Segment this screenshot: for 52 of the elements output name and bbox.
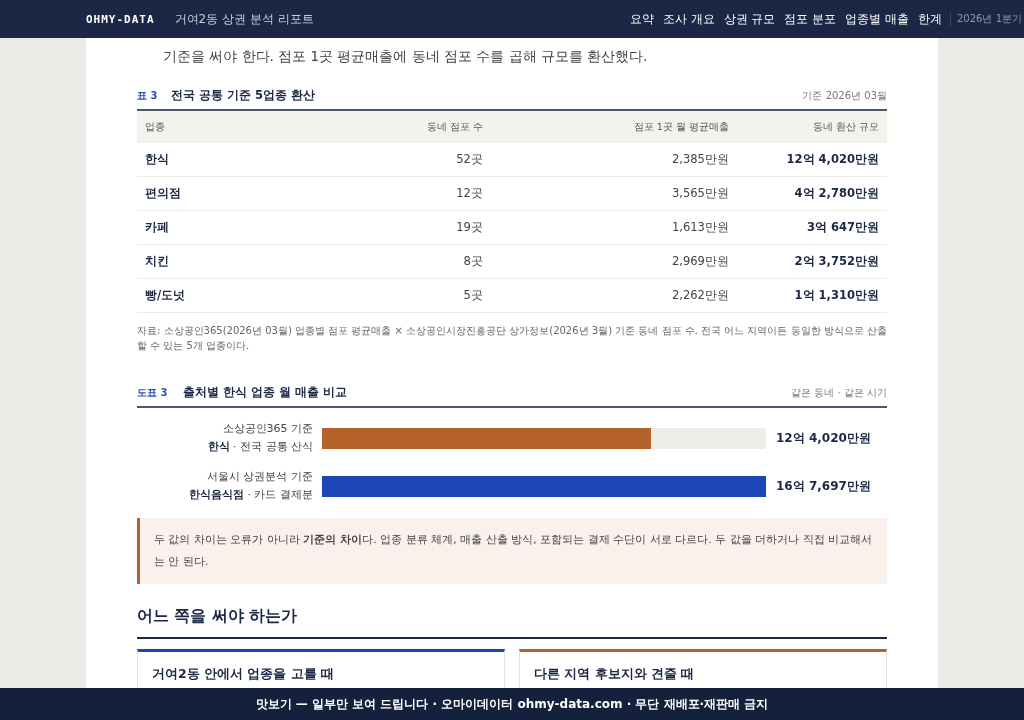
table-cell: 8곳	[214, 244, 491, 279]
column-header: 업종	[137, 111, 215, 143]
bar-category-label: 한식 · 전국 공통 산식	[207, 439, 313, 455]
nav-link[interactable]: 한계	[918, 10, 942, 28]
source-note: 자료: 소상공인365(2026년 03월) 업종별 점포 평균매출 × 소상공인시장진흥공단 상가정보(2026년 3월) 기준 동네 점포 수. 전국 어느 지역이든 동일한 방식으로 산출할 수 있는 5개 업종이다.	[137, 324, 887, 353]
table-cell: 4억 2,780만원	[736, 176, 887, 211]
nav-link[interactable]: 상권 규모	[723, 10, 776, 28]
column-header: 동네 환산 규모	[736, 111, 887, 143]
preview-banner: 맛보기 — 일부만 보여 드립니다 · 오마이데이터 ohmy-data.com · 무단 재배포·재판매 금지	[0, 688, 1024, 720]
intro-paragraph: 기준을 써야 한다. 점포 1곳 평균매출에 동네 점포 수를 곱해 규모를 환산했다.	[163, 47, 649, 66]
table-cell: 3억 647만원	[736, 210, 887, 245]
table-cell: 12억 4,020만원	[736, 143, 887, 177]
table-cell: 카페	[137, 210, 215, 245]
figure-note: 같은 동네 · 같은 시기	[791, 386, 887, 400]
bar-value: 16억 7,697만원	[776, 477, 871, 495]
bar-source-label: 서울시 상권분석 기준	[207, 469, 313, 485]
nav-link[interactable]: 요약	[629, 10, 654, 28]
table-cell: 치킨	[137, 244, 215, 279]
table-number: 표 3	[137, 89, 159, 103]
table-cell: 12곳	[214, 176, 491, 211]
nav-link[interactable]: 조사 개요	[662, 10, 715, 28]
nav-link[interactable]: 점포 분포	[784, 10, 837, 28]
bar-value: 12억 4,020만원	[776, 429, 871, 447]
table-cell: 52곳	[214, 143, 491, 177]
table-cell: 빵/도넛	[137, 278, 215, 313]
column-header: 점포 1곳 월 평균매출	[490, 111, 737, 143]
figure-title: 출처별 한식 업종 월 매출 비교	[183, 385, 348, 400]
table-cell: 2,385만원	[490, 143, 737, 177]
table-cell: 1억 1,310만원	[736, 278, 887, 313]
callout-note: 두 값의 차이는 오류가 아니라 기준의 차이다. 업종 분류 체계, 매출 산출 방식, 포함되는 결제 수단이 서로 다르다. 두 값을 더하거나 직접 비교해서는 안 된다.	[137, 518, 887, 584]
table-cell: 2,262만원	[490, 278, 737, 313]
figure-number: 도표 3	[137, 386, 169, 400]
card-title: 거여2동 안에서 업종을 고를 때	[152, 666, 336, 683]
period-label: 2026년 1분기	[950, 12, 1022, 26]
table-title: 전국 공통 기준 5업종 환산	[171, 88, 316, 103]
table-cell: 2억 3,752만원	[736, 244, 887, 279]
bar-source-label: 소상공인365 기준	[222, 421, 313, 437]
nav-link[interactable]: 업종별 매출	[845, 10, 909, 28]
table-cell: 1,613만원	[490, 210, 737, 245]
table-note: 기준 2026년 03월	[802, 89, 887, 103]
logo[interactable]: OHMY-DATA	[86, 12, 155, 26]
table-cell: 3,565만원	[490, 176, 737, 211]
table-cell: 한식	[137, 143, 215, 177]
table-cell: 5곳	[214, 278, 491, 313]
report-title: 거여2동 상권 분석 리포트	[174, 10, 314, 28]
bar-category-label: 한식음식점 · 카드 결제분	[189, 487, 313, 503]
table-cell: 2,969만원	[490, 244, 737, 279]
table-cell: 19곳	[214, 210, 491, 245]
column-header: 동네 점포 수	[214, 111, 491, 143]
card-title: 다른 지역 후보지와 견줄 때	[534, 666, 696, 683]
table-cell: 편의점	[137, 176, 215, 211]
section-heading: 어느 쪽을 써야 하는가	[137, 606, 887, 639]
